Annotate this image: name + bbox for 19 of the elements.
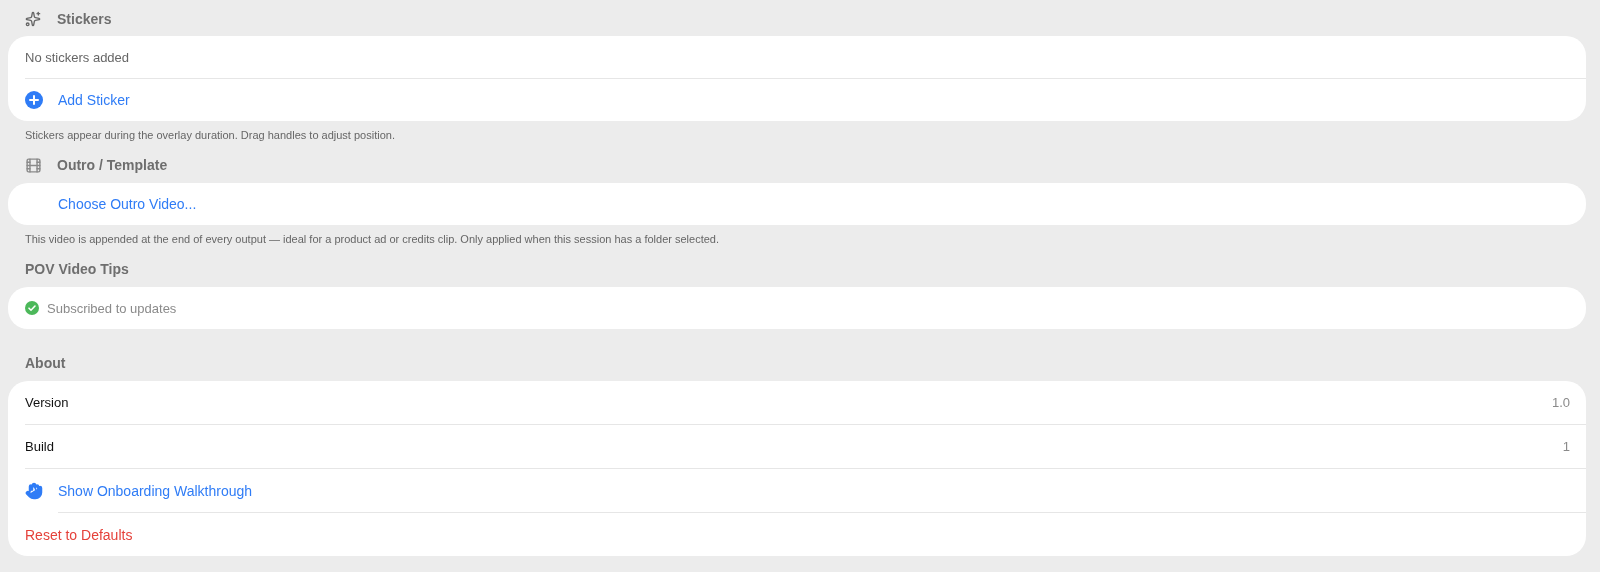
sparkles-icon [25,11,41,27]
reset-button[interactable]: Reset to Defaults [25,526,133,543]
empty-message: No stickers added [25,49,130,65]
action-link[interactable]: Choose Outro Video... [58,196,197,212]
section-footer: Stickers appear during the overlay duration. Drag handles to adjust position. [8,121,1586,147]
action-link[interactable]: Show Onboarding Walkthrough [58,482,253,499]
film-icon [25,156,42,174]
row-label: Version [25,395,69,410]
section-footer: This video is appended at the end of every output — ideal for a product ad or credits clip. Only applied when this session has a folder selected. [8,225,1586,251]
section-title: Outro / Template [57,157,168,173]
row-label: Build [25,439,54,454]
row-value: 1.0 [1551,395,1570,410]
section-title: POV Video Tips [25,261,129,277]
row-value: 1 [1562,439,1570,454]
section-title: Stickers [57,11,112,27]
status-text: Subscribed to updates [47,300,177,316]
section-title: About [25,355,66,371]
add-icon [25,91,43,109]
action-link[interactable]: Add Sticker [58,92,130,108]
